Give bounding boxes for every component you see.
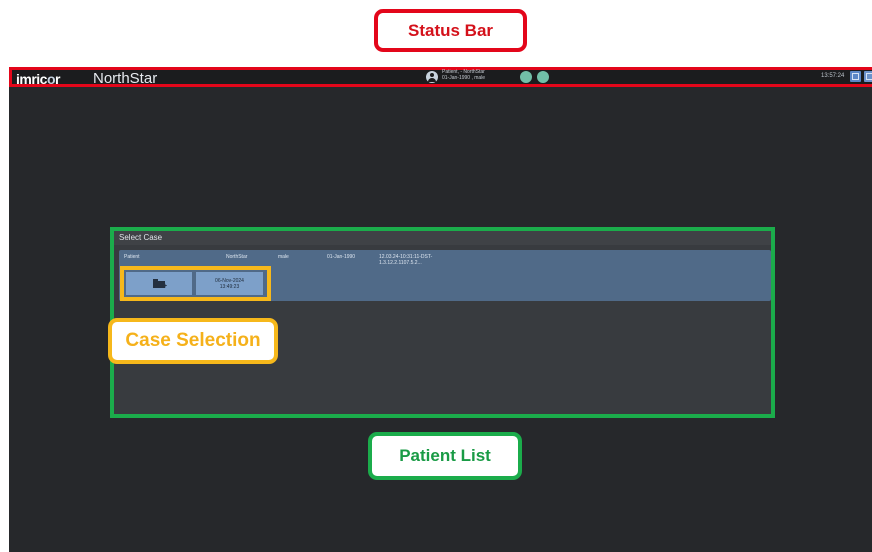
status-bar: imricor NorthStar Patient, - NorthStar 0… bbox=[9, 67, 872, 87]
user-circle-icon bbox=[426, 71, 438, 83]
status-indicator-2 bbox=[537, 71, 549, 83]
patient-list-annotation-label: Patient List bbox=[399, 446, 491, 465]
patient-info: Patient, - NorthStar 01-Jan-1990 , male bbox=[442, 69, 485, 81]
patient-details: 01-Jan-1990 , male bbox=[442, 75, 486, 81]
brand-logo-o: o bbox=[46, 71, 56, 87]
window-button-1[interactable] bbox=[850, 71, 861, 82]
app-name: NorthStar bbox=[93, 70, 158, 87]
new-case-button[interactable]: + bbox=[126, 272, 192, 295]
brand-logo: imricor bbox=[16, 71, 60, 87]
clock: 13:57:24 bbox=[821, 73, 845, 79]
case-selection: + 06-Nov-2024 13:49:23 bbox=[120, 266, 271, 301]
case-selection-annotation-label: Case Selection bbox=[125, 330, 261, 351]
status-bar-annotation: Status Bar bbox=[374, 9, 527, 52]
case-button[interactable]: 06-Nov-2024 13:49:23 bbox=[196, 272, 263, 295]
window-button-2[interactable] bbox=[864, 71, 872, 82]
status-bar-annotation-label: Status Bar bbox=[407, 20, 494, 40]
folder-plus-icon: + bbox=[153, 279, 167, 290]
brand-logo-suffix: r bbox=[55, 71, 60, 87]
brand-logo-prefix: imric bbox=[16, 71, 47, 87]
case-time: 13:49:23 bbox=[219, 283, 240, 290]
patient-list-annotation: Patient List bbox=[368, 432, 522, 480]
case-selection-annotation: Case Selection bbox=[108, 318, 278, 364]
panel-title: Select Case bbox=[114, 231, 771, 245]
sex-cell: male bbox=[278, 254, 289, 260]
dob-cell: 01-Jan-1990 bbox=[327, 254, 356, 260]
status-indicator-1 bbox=[520, 71, 532, 83]
study-id-cell: 12.03.24-10:31:11-DST-1.3.12.2.1107.5.2.… bbox=[379, 254, 433, 266]
site-cell: NorthStar bbox=[226, 254, 248, 260]
patient-name-cell: Patient bbox=[124, 254, 140, 260]
